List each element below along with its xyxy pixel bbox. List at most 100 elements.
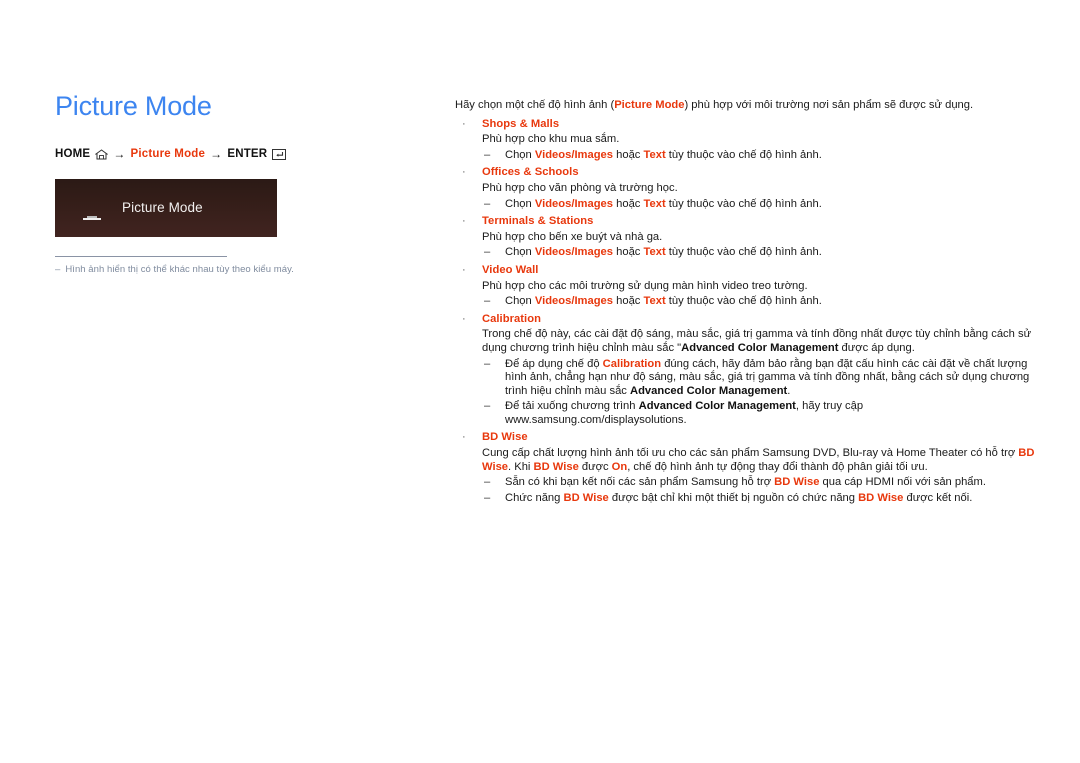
sub-text-3: tùy thuộc vào chế độ hình ảnh. xyxy=(665,246,822,259)
sub-keyword-2: BD Wise xyxy=(858,491,904,504)
bdwise-text-4: , chế độ hình ảnh tự động thay đổi thành… xyxy=(627,460,928,473)
section-title: Video Wall xyxy=(482,263,539,276)
section-body: Phù hợp cho các môi trường sử dụng màn h… xyxy=(482,279,808,292)
section-title: Shops & Malls xyxy=(482,117,560,130)
sub-text-1: Sẵn có khi bạn kết nối các sản phẩm Sams… xyxy=(505,476,775,489)
sub-list-item: – Sẵn có khi bạn kết nối các sản phẩm Sa… xyxy=(482,476,1035,490)
sub-body: Để tải xuống chương trình Advanced Color… xyxy=(505,400,863,426)
intro-part-1: Hãy chọn một chế độ hình ảnh ( xyxy=(455,99,615,111)
sub-bold-1: Advanced Color Management xyxy=(638,400,796,413)
page-title: Picture Mode xyxy=(55,91,212,121)
sub-text-3: tùy thuộc vào chế độ hình ảnh. xyxy=(665,197,822,210)
manual-page: Picture Mode HOME → Picture Mode → ENTER xyxy=(0,0,1080,763)
sub-list-item: – Chọn Videos/Images hoặc Text tùy thuộc… xyxy=(482,295,1035,309)
dash-marker: – xyxy=(484,400,491,413)
note-body: Hình ảnh hiển thị có thể khác nhau tùy t… xyxy=(65,263,294,275)
section-body: Phù hợp cho bến xe buýt và nhà ga. xyxy=(482,230,663,243)
list-item: · Offices & Schools Phù hợp cho văn phòn… xyxy=(455,166,1035,211)
sub-text-2: hoặc xyxy=(613,197,644,210)
sub-list-item: – Chọn Videos/Images hoặc Text tùy thuộc… xyxy=(482,246,1035,260)
section-body: Phù hợp cho văn phòng và trường học. xyxy=(482,181,678,194)
sub-text-2: hoặc xyxy=(613,246,644,259)
section-body: Trong chế độ này, các cài đặt độ sáng, m… xyxy=(482,328,1035,355)
sub-text-1: Chọn xyxy=(505,197,535,210)
bdwise-keyword-3: On xyxy=(611,460,628,473)
dash-marker: – xyxy=(484,491,491,504)
breadcrumb-enter-label: ENTER xyxy=(227,147,268,160)
osd-menu-box[interactable]: Picture Mode xyxy=(55,178,277,237)
monitor-icon xyxy=(78,196,106,220)
sub-text-3: . xyxy=(787,384,791,397)
sub-text-1: Chọn xyxy=(505,295,535,308)
bullet-marker: · xyxy=(462,263,466,276)
breadcrumb-arrow-1: → xyxy=(113,146,126,161)
sub-bold-1: Advanced Color Management xyxy=(630,384,788,397)
bullet-marker: · xyxy=(462,215,466,228)
breadcrumb: HOME → Picture Mode → ENTER xyxy=(55,147,425,161)
sub-body: Chọn Videos/Images hoặc Text tùy thuộc v… xyxy=(505,246,822,258)
dash-marker: – xyxy=(484,148,491,161)
list-item: · Terminals & Stations Phù hợp cho bến x… xyxy=(455,215,1035,260)
note-text: – Hình ảnh hiển thị có thể khác nhau tùy… xyxy=(55,264,425,275)
sub-keyword-1: Videos/Images xyxy=(534,295,614,308)
sub-text-1: Để áp dụng chế độ xyxy=(505,357,603,370)
sub-text-1: Chọn xyxy=(505,148,535,161)
section-title: Offices & Schools xyxy=(482,166,579,179)
sub-text-1: Chọn xyxy=(505,246,535,259)
sub-text-1: Để tải xuống chương trình xyxy=(505,400,639,413)
left-column: Picture Mode HOME → Picture Mode → ENTER xyxy=(55,91,425,275)
sub-text-2: hoặc xyxy=(613,148,644,161)
dash-marker: – xyxy=(484,197,491,210)
dash-marker: – xyxy=(484,357,491,370)
intro-paragraph: Hãy chọn một chế độ hình ảnh (Picture Mo… xyxy=(455,99,1035,113)
sub-list-item: – Để tải xuống chương trình Advanced Col… xyxy=(482,400,1035,427)
sub-keyword-2: Text xyxy=(643,148,666,161)
dash-marker: – xyxy=(484,295,491,308)
right-column: Hãy chọn một chế độ hình ảnh (Picture Mo… xyxy=(455,99,1035,505)
sub-body: Để áp dụng chế độ Calibration đúng cách,… xyxy=(505,358,1029,397)
sub-keyword-2: Text xyxy=(643,197,666,210)
sub-keyword-1: Videos/Images xyxy=(534,148,614,161)
section-title: Calibration xyxy=(482,312,541,325)
section-body: Cung cấp chất lượng hình ảnh tối ưu cho … xyxy=(482,447,1035,474)
list-item: · Calibration Trong chế độ này, các cài … xyxy=(455,313,1035,428)
sub-keyword-2: Text xyxy=(643,246,666,259)
section-body: Phù hợp cho khu mua sắm. xyxy=(482,133,620,146)
sub-list-item: – Chọn Videos/Images hoặc Text tùy thuộc… xyxy=(482,198,1035,212)
section-title: Terminals & Stations xyxy=(482,215,594,228)
bdwise-text-3: được xyxy=(578,460,612,473)
sub-text-2: được bật chỉ khi một thiết bị nguồn có c… xyxy=(608,491,859,504)
sub-keyword-1: Videos/Images xyxy=(534,197,614,210)
list-item: · Shops & Malls Phù hợp cho khu mua sắm.… xyxy=(455,118,1035,163)
sub-text-1: Chức năng xyxy=(505,491,564,504)
sub-text-3: tùy thuộc vào chế độ hình ảnh. xyxy=(665,148,822,161)
sub-list-item: – Chức năng BD Wise được bật chỉ khi một… xyxy=(482,492,1035,506)
sub-text-2: hoặc xyxy=(613,295,644,308)
breadcrumb-arrow-2: → xyxy=(210,146,223,161)
list-item: · BD Wise Cung cấp chất lượng hình ảnh t… xyxy=(455,431,1035,505)
sub-body: Chức năng BD Wise được bật chỉ khi một t… xyxy=(505,492,972,504)
osd-menu-label: Picture Mode xyxy=(122,200,203,216)
note-divider xyxy=(55,255,227,257)
bdwise-keyword-2: BD Wise xyxy=(533,460,579,473)
sub-keyword-2: Text xyxy=(643,295,666,308)
intro-part-2: ) phù hợp với môi trường nơi sản phẩm sẽ… xyxy=(684,99,974,111)
sub-keyword-1: Videos/Images xyxy=(534,246,614,259)
bullet-marker: · xyxy=(462,312,466,325)
bullet-marker: · xyxy=(462,166,466,179)
sub-text-3: tùy thuộc vào chế độ hình ảnh. xyxy=(665,295,822,308)
dash-marker: – xyxy=(484,476,491,489)
bullet-marker: · xyxy=(462,117,466,130)
dash-marker: – xyxy=(484,246,491,259)
calibration-text-2: được áp dụng. xyxy=(838,341,915,354)
sub-list-item: – Để áp dụng chế độ Calibration đúng các… xyxy=(482,358,1035,399)
calibration-bold-1: Advanced Color Management xyxy=(681,341,839,354)
home-icon xyxy=(94,149,109,160)
sub-body: Chọn Videos/Images hoặc Text tùy thuộc v… xyxy=(505,295,822,307)
sub-body: Chọn Videos/Images hoặc Text tùy thuộc v… xyxy=(505,198,822,210)
sub-list-item: – Chọn Videos/Images hoặc Text tùy thuộc… xyxy=(482,149,1035,163)
sub-body: Chọn Videos/Images hoặc Text tùy thuộc v… xyxy=(505,149,822,161)
sub-keyword-1: BD Wise xyxy=(774,476,820,489)
sub-keyword-1: Calibration xyxy=(602,357,662,370)
list-item: · Video Wall Phù hợp cho các môi trường … xyxy=(455,264,1035,309)
